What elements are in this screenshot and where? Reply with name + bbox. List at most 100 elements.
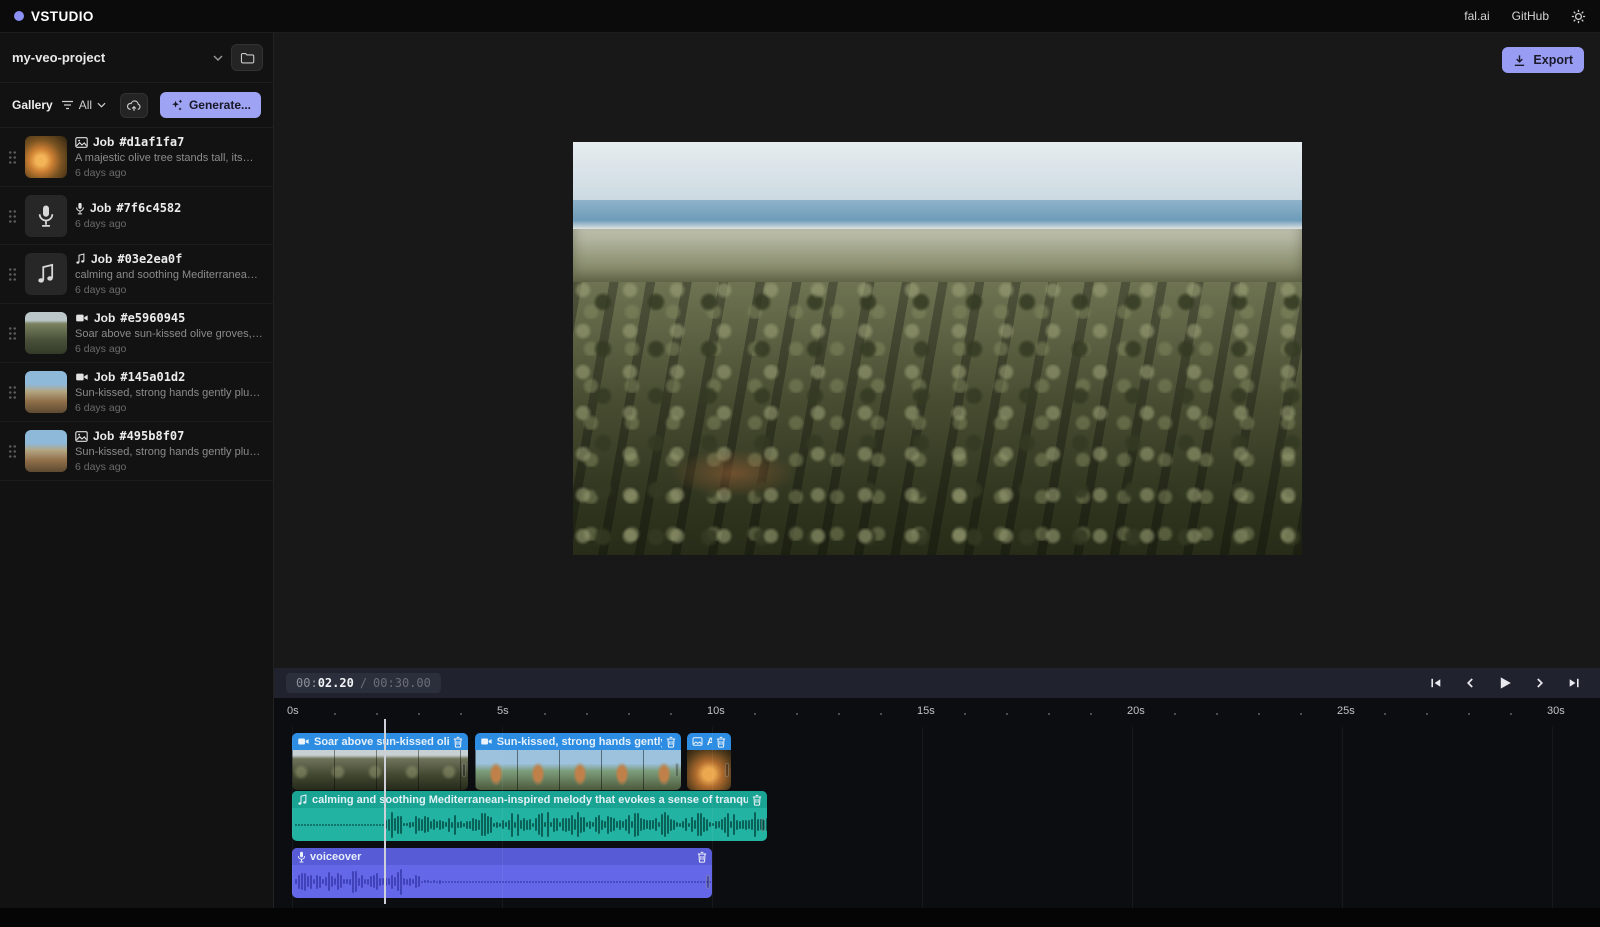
drag-handle-icon[interactable] — [8, 150, 17, 164]
delete-clip-button[interactable] — [453, 736, 463, 748]
microphone-icon — [297, 851, 306, 863]
timeline-gridline — [1552, 727, 1553, 908]
ruler-tick-label: 15s — [917, 705, 935, 717]
image-icon — [692, 737, 703, 746]
microphone-icon — [37, 204, 55, 228]
music-note-icon — [75, 253, 86, 265]
chevron-down-icon — [97, 102, 106, 108]
current-time: 02.20 — [318, 676, 354, 690]
export-button[interactable]: Export — [1502, 47, 1584, 73]
resize-handle[interactable] — [725, 763, 729, 777]
drag-handle-icon[interactable] — [8, 444, 17, 458]
play-button[interactable] — [1496, 674, 1514, 692]
sidebar: my-veo-project Gallery Al — [0, 33, 274, 908]
ruler-minor-tick — [1510, 713, 1512, 715]
preview-olive-grove — [573, 282, 1302, 555]
ruler-minor-tick — [838, 713, 840, 715]
timeline-gridline — [712, 727, 713, 908]
timeline-tracks: Soar above sun-kissed olive Sun-kissed, … — [274, 727, 1600, 908]
ruler-minor-tick — [586, 713, 588, 715]
timeline-clip-image[interactable]: A — [687, 733, 731, 790]
ruler-minor-tick — [418, 713, 420, 715]
step-forward-button[interactable] — [1534, 675, 1546, 691]
nav-link-falai[interactable]: fal.ai — [1464, 9, 1489, 23]
project-name[interactable]: my-veo-project — [12, 50, 205, 65]
clip-label: calming and soothing Mediterranean-inspi… — [312, 794, 748, 806]
microphone-icon — [75, 202, 85, 215]
delete-clip-button[interactable] — [697, 851, 707, 863]
image-icon — [75, 431, 88, 442]
bottom-strip — [0, 908, 1600, 927]
timeline-gridline — [502, 727, 503, 908]
resize-handle[interactable] — [462, 763, 466, 777]
job-timestamp: 6 days ago — [75, 218, 263, 230]
ruler-minor-tick — [1258, 713, 1260, 715]
ruler-minor-tick — [1216, 713, 1218, 715]
job-timestamp: 6 days ago — [75, 461, 263, 473]
job-description: Sun-kissed, strong hands gently pluck… — [75, 387, 263, 399]
job-item[interactable]: Job #e5960945 Soar above sun-kissed oliv… — [0, 304, 273, 363]
ruler-minor-tick — [628, 713, 630, 715]
ruler-minor-tick — [1426, 713, 1428, 715]
job-id: #495b8f07 — [119, 429, 184, 443]
job-timestamp: 6 days ago — [75, 343, 263, 355]
ruler-tick-label: 0s — [287, 705, 299, 717]
gallery-filter[interactable]: All — [61, 98, 106, 112]
resize-handle[interactable] — [706, 875, 710, 889]
timeline-clip-video-1[interactable]: Soar above sun-kissed olive — [292, 733, 468, 790]
drag-handle-icon[interactable] — [8, 209, 17, 223]
video-camera-icon — [75, 372, 89, 382]
job-item[interactable]: Job #d1af1fa7 A majestic olive tree stan… — [0, 128, 273, 187]
timeline[interactable]: 0s5s10s15s20s25s30s Soar above sun-kisse… — [274, 698, 1600, 908]
timeline-clip-video-2[interactable]: Sun-kissed, strong hands gently plu — [475, 733, 681, 790]
chevron-down-icon[interactable] — [213, 55, 223, 61]
job-list: Job #d1af1fa7 A majestic olive tree stan… — [0, 128, 273, 481]
job-item[interactable]: Job #145a01d2 Sun-kissed, strong hands g… — [0, 363, 273, 422]
job-thumbnail — [25, 371, 67, 413]
total-time: 00:30.00 — [373, 676, 431, 690]
skip-to-end-button[interactable] — [1566, 675, 1582, 691]
drag-handle-icon[interactable] — [8, 385, 17, 399]
job-thumbnail — [25, 312, 67, 354]
preview-canvas: Export — [274, 33, 1600, 668]
ruler-minor-tick — [334, 713, 336, 715]
download-icon — [1513, 54, 1526, 67]
job-item[interactable]: Job #495b8f07 Sun-kissed, strong hands g… — [0, 422, 273, 481]
job-item[interactable]: Job #03e2ea0f calming and soothing Medit… — [0, 245, 273, 304]
resize-handle[interactable] — [761, 818, 765, 832]
generate-button[interactable]: Generate... — [160, 92, 261, 118]
video-camera-icon — [480, 737, 493, 746]
settings-gear-icon[interactable] — [1571, 9, 1586, 24]
timeline-clip-music[interactable]: calming and soothing Mediterranean-inspi… — [292, 791, 767, 841]
ruler-tick-label: 20s — [1127, 705, 1145, 717]
ruler-tick-label: 10s — [707, 705, 725, 717]
ruler-minor-tick — [460, 713, 462, 715]
logo-dot-icon — [14, 11, 24, 21]
ruler-minor-tick — [1090, 713, 1092, 715]
delete-clip-button[interactable] — [716, 736, 726, 748]
timeline-gridline — [1342, 727, 1343, 908]
clip-waveform-area — [292, 808, 767, 841]
job-id: #7f6c4582 — [116, 201, 181, 215]
job-id: #03e2ea0f — [117, 252, 182, 266]
transport-controls — [1428, 674, 1582, 692]
delete-clip-button[interactable] — [752, 794, 762, 806]
job-id: #145a01d2 — [120, 370, 185, 384]
ruler-minor-tick — [880, 713, 882, 715]
video-preview[interactable] — [573, 142, 1302, 555]
drag-handle-icon[interactable] — [8, 326, 17, 340]
clip-filmstrip — [687, 750, 731, 790]
playhead[interactable] — [384, 719, 386, 904]
upload-button[interactable] — [120, 93, 148, 118]
video-camera-icon — [75, 313, 89, 323]
open-project-folder-button[interactable] — [231, 44, 263, 71]
nav-link-github[interactable]: GitHub — [1512, 9, 1549, 23]
drag-handle-icon[interactable] — [8, 267, 17, 281]
step-back-button[interactable] — [1464, 675, 1476, 691]
timeline-ruler[interactable]: 0s5s10s15s20s25s30s — [274, 698, 1600, 727]
delete-clip-button[interactable] — [666, 736, 676, 748]
job-item[interactable]: Job #7f6c4582 6 days ago — [0, 187, 273, 245]
resize-handle[interactable] — [675, 763, 679, 777]
preview-sky — [573, 142, 1302, 200]
skip-to-start-button[interactable] — [1428, 675, 1444, 691]
